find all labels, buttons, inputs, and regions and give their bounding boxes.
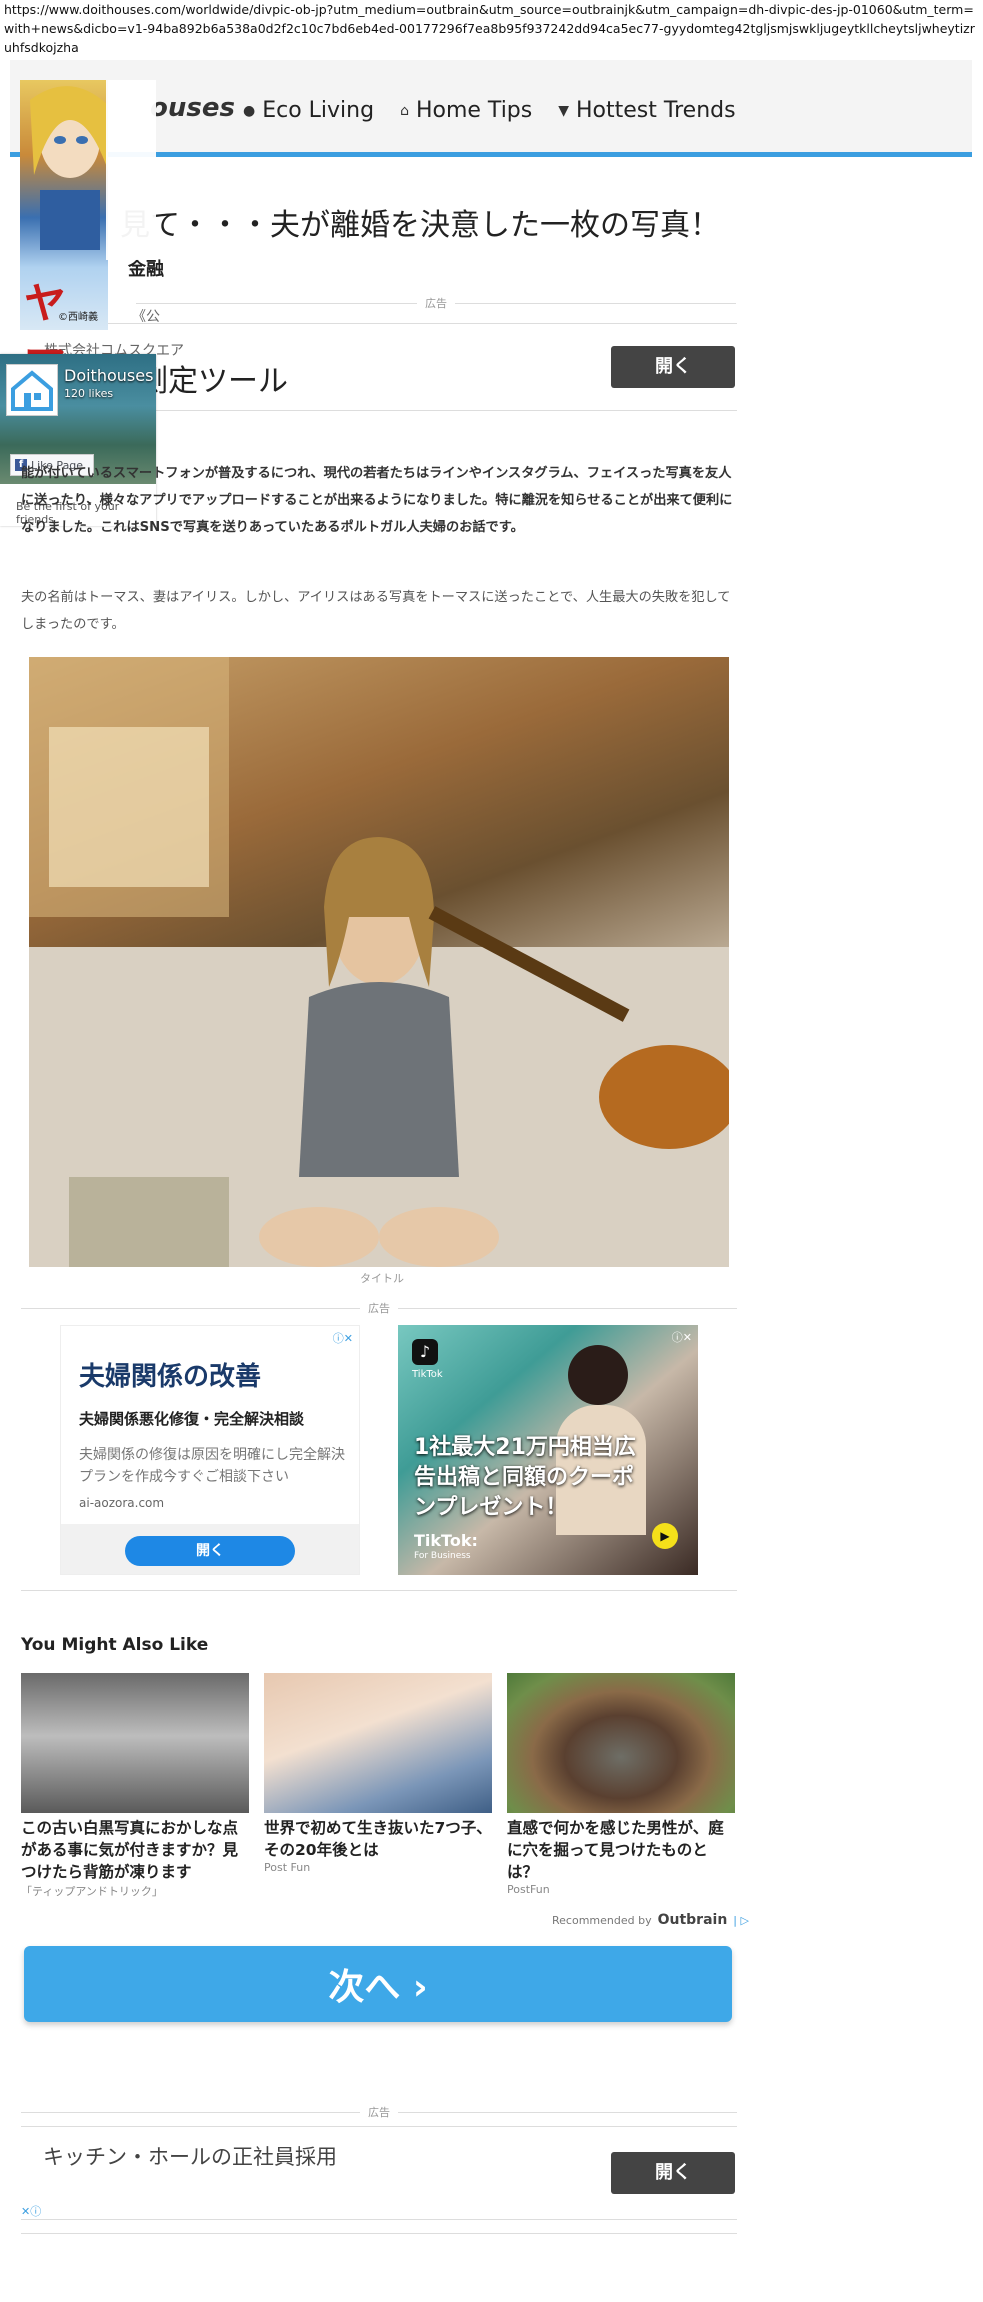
adchoice-icon[interactable]: | ▷ bbox=[733, 1914, 749, 1927]
tiktok-icon: ♪ bbox=[412, 1339, 438, 1365]
main-nav: ● Eco Living ⌂ Home Tips ▼ Hottest Trend… bbox=[243, 98, 736, 123]
globe-icon: ● bbox=[243, 102, 256, 119]
next-page-button[interactable]: 次へ › bbox=[24, 1946, 732, 2022]
recommendation-title[interactable]: 直感で何かを感じた男性が、庭に穴を掘って見つけたものとは？ bbox=[507, 1817, 735, 1883]
ad-choices-icon[interactable]: ⓘ✕ bbox=[333, 1330, 353, 1346]
recommendation-source: 「ティップアンドトリック」 bbox=[21, 1885, 163, 1898]
recommendation-image[interactable] bbox=[507, 1673, 735, 1813]
facebook-likes: 120 likes bbox=[64, 387, 114, 400]
home-icon: ⌂ bbox=[400, 102, 409, 119]
recommendation-image[interactable] bbox=[264, 1673, 492, 1813]
article-photo bbox=[29, 657, 729, 1267]
facebook-page-name[interactable]: Doithouses bbox=[64, 366, 153, 385]
facebook-avatar[interactable] bbox=[6, 364, 58, 416]
ad-card-brand: TikTok bbox=[412, 1369, 443, 1380]
article-paragraph: 夫の名前はトーマス、妻はアイリス。しかし、アイリスはある写真をトーマスに送ったこ… bbox=[21, 590, 731, 632]
outbrain-logo: Outbrain bbox=[657, 1912, 728, 1928]
site-logo[interactable]: ouses bbox=[150, 93, 235, 123]
recommendation-title[interactable]: 世界で初めて生き抜いた7つ子、その20年後とは bbox=[264, 1817, 492, 1861]
divider bbox=[21, 323, 737, 324]
nav-hottest-trends[interactable]: ▼ Hottest Trends bbox=[558, 98, 735, 123]
recommendation-card[interactable]: この古い白黒写真におかしな点がある事に気が付きますか？見つけたら背筋が凍ります … bbox=[21, 1673, 249, 1899]
ad-open-button[interactable]: 開く bbox=[611, 346, 735, 388]
article-title: 見て・・・夫が離婚を決意した一枚の写真！ bbox=[120, 208, 720, 243]
bottom-ad-headline: キッチン・ホールの正社員採用 bbox=[43, 2145, 337, 2169]
recommendation-card[interactable]: 世界で初めて生き抜いた7つ子、その20年後とは Post Fun bbox=[264, 1673, 492, 1874]
ad-choices-icon[interactable]: ✕ⓘ bbox=[21, 2203, 41, 2219]
sidebar-ad-overlay bbox=[106, 80, 156, 260]
recommended-label: Recommended by bbox=[552, 1913, 652, 1927]
ad-card-subhead: 夫婦関係悪化修復・完全解決相談 bbox=[79, 1410, 305, 1428]
ad-card2-footer-sub: For Business bbox=[414, 1551, 471, 1561]
ad-card-body: 夫婦関係の修復は原因を明確にし完全解決プランを作成今すぐご相談下さい bbox=[79, 1447, 345, 1485]
ad-card-tiktok[interactable]: ⓘ✕ ♪ TikTok 1社最大21万円相当広告出稿と同額のクーポンプレゼント！… bbox=[398, 1325, 698, 1575]
ad-card2-footer-brand: TikTok: bbox=[414, 1531, 478, 1550]
bottom-ad-open-button[interactable]: 開く bbox=[611, 2152, 735, 2194]
you-might-also-like-heading: You Might Also Like bbox=[21, 1635, 209, 1655]
recommendation-source: PostFun bbox=[507, 1883, 550, 1896]
recommended-by[interactable]: Recommended by Outbrain | ▷ bbox=[552, 1912, 749, 1928]
ad-headline[interactable]: 測定ツール bbox=[138, 356, 288, 400]
browser-url: https://www.doithouses.com/worldwide/div… bbox=[4, 2, 975, 55]
ad-label: 広告 bbox=[368, 1302, 390, 1315]
recommendation-card[interactable]: 直感で何かを感じた男性が、庭に穴を掘って見つけたものとは？ PostFun bbox=[507, 1673, 735, 1896]
nav-label: Eco Living bbox=[262, 98, 375, 123]
ad-card-headline: 夫婦関係の改善 bbox=[79, 1362, 262, 1392]
divider bbox=[21, 1590, 737, 1591]
ad-label: 広告 bbox=[425, 297, 447, 310]
ad-label: 広告 bbox=[368, 2106, 390, 2119]
recommendation-image[interactable] bbox=[21, 1673, 249, 1813]
nav-eco-living[interactable]: ● Eco Living bbox=[243, 98, 374, 123]
play-icon[interactable]: ▶ bbox=[652, 1523, 678, 1549]
recommendation-title[interactable]: この古い白黒写真におかしな点がある事に気が付きますか？見つけたら背筋が凍ります bbox=[21, 1817, 249, 1883]
ad-model-image bbox=[568, 1345, 628, 1405]
ad-card2-headline: 1社最大21万円相当広告出稿と同額のクーポンプレゼント！ bbox=[414, 1435, 636, 1520]
photo-caption: タイトル bbox=[360, 1272, 404, 1285]
sidebar-ad-copyright: ©西崎義 bbox=[58, 312, 98, 323]
bottom-ad[interactable]: キッチン・ホールの正社員採用 開く ✕ⓘ bbox=[21, 2126, 737, 2220]
ad-choices-icon[interactable]: ⓘ✕ bbox=[672, 1329, 692, 1345]
ad-card-counseling[interactable]: ⓘ✕ 夫婦関係の改善 夫婦関係悪化修復・完全解決相談 夫婦関係の修復は原因を明確… bbox=[60, 1325, 360, 1575]
ad-separator-mid: 広告 bbox=[21, 1300, 737, 1316]
divider bbox=[21, 2233, 737, 2234]
ad-separator-bottom: 広告 bbox=[21, 2104, 737, 2120]
ad-separator-top: 広告 bbox=[136, 295, 736, 311]
ad-card-domain: ai-aozora.com bbox=[79, 1496, 165, 1510]
article-paragraph: 能が付いているスマートフォンが普及するにつれ、現代の若者たちはラインやインスタグ… bbox=[21, 466, 733, 535]
nav-label: Hottest Trends bbox=[576, 98, 736, 123]
ad-card-open-button[interactable]: 開く bbox=[125, 1536, 295, 1566]
trophy-icon: ▼ bbox=[558, 102, 570, 119]
nav-home-tips[interactable]: ⌂ Home Tips bbox=[400, 98, 532, 123]
nav-label: Home Tips bbox=[415, 98, 533, 123]
recommendation-source: Post Fun bbox=[264, 1861, 311, 1874]
